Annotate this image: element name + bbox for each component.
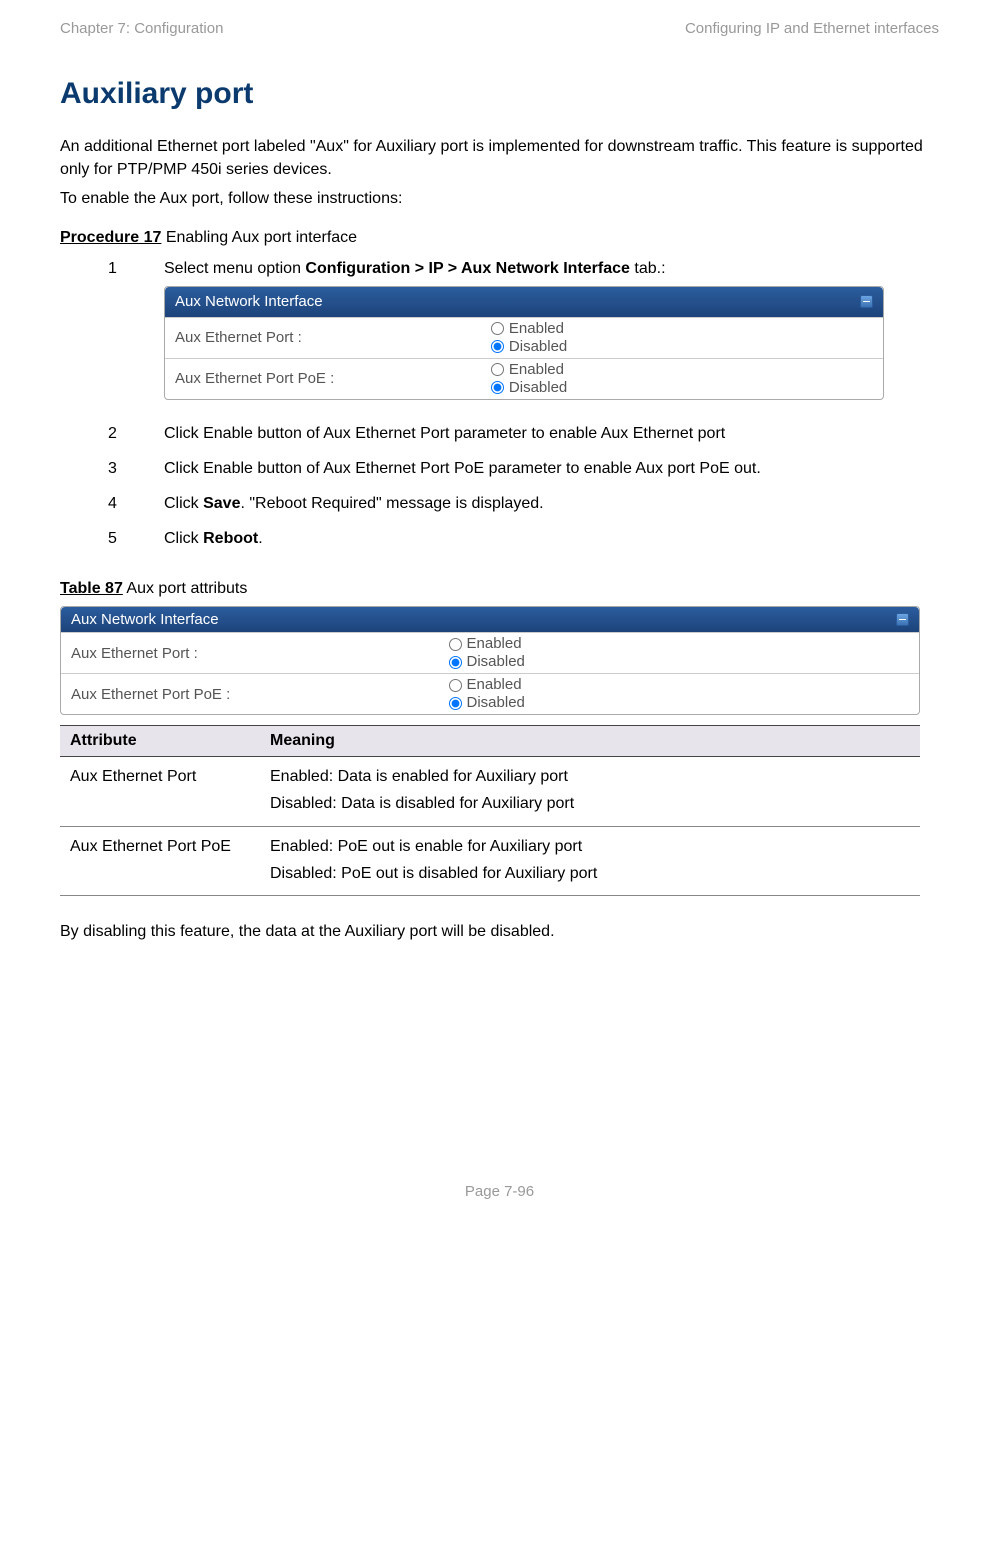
panel-title: Aux Network Interface: [71, 611, 219, 628]
intro-paragraph-2: To enable the Aux port, follow these ins…: [60, 187, 939, 210]
radio-enabled[interactable]: [449, 638, 462, 651]
step-4: 4 Click Save. "Reboot Required" message …: [108, 492, 939, 515]
collapse-icon[interactable]: [860, 295, 873, 308]
step-text-bold: Reboot: [203, 530, 258, 547]
meaning-enabled: Enabled: Data is enabled for Auxiliary p…: [270, 763, 910, 790]
panel-row-value: Enabled Disabled: [481, 359, 883, 399]
intro-paragraph-1: An additional Ethernet port labeled "Aux…: [60, 135, 939, 181]
page-footer: Page 7-96: [60, 1183, 939, 1200]
step-5: 5 Click Reboot.: [108, 527, 939, 550]
step-1: 1 Select menu option Configuration > IP …: [108, 257, 939, 410]
panel-header: Aux Network Interface: [165, 287, 883, 317]
panel-row: Aux Ethernet Port PoE : Enabled Disabled: [61, 673, 919, 714]
header-left: Chapter 7: Configuration: [60, 20, 223, 37]
panel-row: Aux Ethernet Port PoE : Enabled Disabled: [165, 358, 883, 399]
radio-enabled-label: Enabled: [509, 361, 564, 379]
radio-enabled[interactable]: [491, 322, 504, 335]
step-number: 2: [108, 422, 164, 445]
step-content: Click Enable button of Aux Ethernet Port…: [164, 457, 939, 480]
step-text-post: . "Reboot Required" message is displayed…: [240, 495, 543, 512]
closing-paragraph: By disabling this feature, the data at t…: [60, 920, 939, 943]
table-header-row: Attribute Meaning: [60, 726, 920, 757]
step-text-bold: Configuration > IP > Aux Network Interfa…: [305, 260, 630, 277]
step-text-post: .: [258, 530, 262, 547]
header-right: Configuring IP and Ethernet interfaces: [685, 20, 939, 37]
radio-disabled-label: Disabled: [509, 379, 567, 397]
table-number: Table 87: [60, 580, 123, 597]
col-header-attribute: Attribute: [60, 726, 260, 757]
step-text-pre: Click: [164, 530, 203, 547]
attr-name: Aux Ethernet Port PoE: [60, 826, 260, 895]
radio-enabled[interactable]: [491, 363, 504, 376]
step-text-post: tab.:: [630, 260, 666, 277]
step-content: Click Enable button of Aux Ethernet Port…: [164, 422, 939, 445]
radio-enabled-label: Enabled: [467, 635, 522, 653]
panel-row-value: Enabled Disabled: [481, 318, 883, 358]
step-text-pre: Click: [164, 495, 203, 512]
collapse-icon[interactable]: [896, 613, 909, 626]
step-content: Click Reboot.: [164, 527, 939, 550]
col-header-meaning: Meaning: [260, 726, 920, 757]
aux-network-panel-small: Aux Network Interface Aux Ethernet Port …: [164, 286, 884, 400]
table-title: Aux port attributs: [123, 580, 248, 597]
attr-name: Aux Ethernet Port: [60, 757, 260, 826]
step-2: 2 Click Enable button of Aux Ethernet Po…: [108, 422, 939, 445]
panel-row-value: Enabled Disabled: [439, 674, 919, 714]
page-header: Chapter 7: Configuration Configuring IP …: [60, 20, 939, 37]
panel-row-label: Aux Ethernet Port :: [165, 318, 481, 358]
step-number: 5: [108, 527, 164, 550]
table-caption: Table 87 Aux port attributs: [60, 580, 939, 598]
table-row: Aux Ethernet Port Enabled: Data is enabl…: [60, 757, 920, 826]
meaning-enabled: Enabled: PoE out is enable for Auxiliary…: [270, 833, 910, 860]
radio-enabled-label: Enabled: [509, 320, 564, 338]
step-number: 3: [108, 457, 164, 480]
panel-row-label: Aux Ethernet Port PoE :: [61, 674, 439, 714]
table-row: Aux Ethernet Port PoE Enabled: PoE out i…: [60, 826, 920, 895]
radio-disabled[interactable]: [449, 697, 462, 710]
radio-enabled-label: Enabled: [467, 676, 522, 694]
panel-header: Aux Network Interface: [61, 607, 919, 632]
attr-meaning: Enabled: Data is enabled for Auxiliary p…: [260, 757, 920, 826]
attr-meaning: Enabled: PoE out is enable for Auxiliary…: [260, 826, 920, 895]
step-number: 1: [108, 257, 164, 410]
radio-disabled[interactable]: [491, 381, 504, 394]
procedure-label: Procedure 17 Enabling Aux port interface: [60, 229, 939, 247]
panel-row: Aux Ethernet Port : Enabled Disabled: [61, 632, 919, 673]
panel-row-label: Aux Ethernet Port :: [61, 633, 439, 673]
panel-title: Aux Network Interface: [175, 291, 323, 313]
radio-disabled-label: Disabled: [509, 338, 567, 356]
step-content: Select menu option Configuration > IP > …: [164, 257, 939, 410]
radio-enabled[interactable]: [449, 679, 462, 692]
radio-disabled-label: Disabled: [467, 694, 525, 712]
procedure-steps: 1 Select menu option Configuration > IP …: [60, 257, 939, 551]
aux-network-panel-large: Aux Network Interface Aux Ethernet Port …: [60, 606, 920, 715]
radio-disabled[interactable]: [491, 340, 504, 353]
section-title: Auxiliary port: [60, 77, 939, 111]
panel-row-value: Enabled Disabled: [439, 633, 919, 673]
meaning-disabled: Disabled: PoE out is disabled for Auxili…: [270, 860, 910, 887]
step-content: Click Save. "Reboot Required" message is…: [164, 492, 939, 515]
step-number: 4: [108, 492, 164, 515]
step-3: 3 Click Enable button of Aux Ethernet Po…: [108, 457, 939, 480]
procedure-title: Enabling Aux port interface: [161, 229, 357, 246]
procedure-number: Procedure 17: [60, 229, 161, 246]
step-text-bold: Save: [203, 495, 240, 512]
attribute-table: Attribute Meaning Aux Ethernet Port Enab…: [60, 725, 920, 896]
radio-disabled[interactable]: [449, 656, 462, 669]
radio-disabled-label: Disabled: [467, 653, 525, 671]
panel-row: Aux Ethernet Port : Enabled Disabled: [165, 317, 883, 358]
step-text-pre: Select menu option: [164, 260, 305, 277]
meaning-disabled: Disabled: Data is disabled for Auxiliary…: [270, 790, 910, 817]
panel-row-label: Aux Ethernet Port PoE :: [165, 359, 481, 399]
